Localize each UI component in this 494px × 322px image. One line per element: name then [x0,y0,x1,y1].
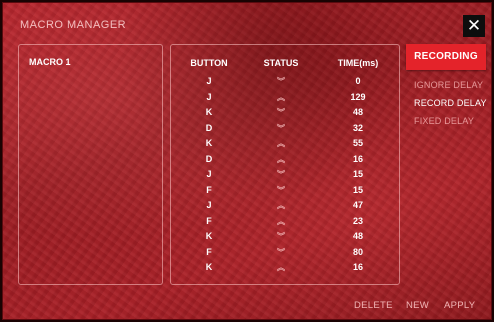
close-button[interactable]: ✕ [463,15,485,37]
double-chevron-down-icon: ︾ [277,232,285,241]
delete-button[interactable]: DELETE [354,300,393,311]
double-chevron-down-icon: ︾ [277,108,285,117]
cell-time: 0 [355,76,361,86]
cell-button: D [205,153,213,164]
cell-time: 16 [352,262,363,272]
table-row: D ︾ 32 [171,123,401,138]
cell-time: 48 [352,107,363,117]
table-row: K ︾ 48 [171,107,401,122]
cell-time: 47 [352,200,363,210]
delay-option-ignore[interactable]: IGNORE DELAY [414,80,483,90]
cell-button: F [206,215,212,226]
table-row: J ︾ 15 [171,169,401,184]
table-row: F ︽ 23 [171,216,401,231]
macro-events-table: BUTTON STATUS TIME(ms) J ︾ 0 J ︽ 129 K ︾ 48 D ︾ 32 K… [170,44,400,285]
delay-option-record[interactable]: RECORD DELAY [414,98,487,108]
column-header-status: STATUS [263,58,299,68]
double-chevron-down-icon: ︾ [277,185,285,195]
cell-time: 129 [350,91,366,102]
table-row: J ︾ 0 [171,76,401,91]
double-chevron-down-icon: ︾ [277,123,285,133]
cell-time: 48 [352,231,363,241]
double-chevron-up-icon: ︽ [277,216,285,226]
double-chevron-up-icon: ︽ [277,154,285,164]
cell-time: 55 [352,138,363,148]
cell-button: J [206,200,212,210]
table-row: D ︽ 16 [171,154,401,169]
double-chevron-down-icon: ︾ [277,170,285,179]
cell-button: J [206,76,212,86]
cell-button: K [205,231,213,241]
table-row: K ︾ 48 [171,231,401,246]
new-button[interactable]: NEW [406,300,429,311]
window-title: MACRO MANAGER [20,19,127,31]
double-chevron-down-icon: ︾ [277,77,285,86]
cell-button: J [206,91,212,102]
recording-button[interactable]: RECORDING [406,44,486,70]
cell-button: K [205,262,213,272]
double-chevron-up-icon: ︽ [277,201,285,210]
cell-button: K [205,138,213,148]
close-icon: ✕ [466,16,482,35]
cell-button: J [206,169,212,179]
apply-button[interactable]: APPLY [444,300,475,311]
table-row: F ︾ 80 [171,247,401,262]
cell-button: D [205,122,213,133]
cell-button: F [206,184,212,195]
double-chevron-up-icon: ︽ [277,139,285,148]
cell-button: K [205,107,213,117]
table-row: K ︽ 16 [171,262,401,277]
double-chevron-down-icon: ︾ [277,247,285,257]
table-row: J ︽ 129 [171,92,401,107]
cell-time: 80 [352,246,363,257]
column-header-time: TIME(ms) [337,58,379,68]
delay-option-fixed[interactable]: FIXED DELAY [414,116,474,126]
table-row: J ︽ 47 [171,200,401,215]
double-chevron-up-icon: ︽ [277,92,285,102]
cell-button: F [206,246,212,257]
cell-time: 15 [352,184,363,195]
cell-time: 15 [352,169,363,179]
cell-time: 16 [352,153,363,164]
table-row: F ︾ 15 [171,185,401,200]
macro-list-item[interactable]: MACRO 1 [29,57,71,67]
macro-list-panel: MACRO 1 [18,44,163,285]
column-header-button: BUTTON [190,58,228,68]
cell-time: 23 [352,215,363,226]
cell-time: 32 [352,122,363,133]
double-chevron-up-icon: ︽ [277,263,285,272]
table-row: K ︽ 55 [171,138,401,153]
